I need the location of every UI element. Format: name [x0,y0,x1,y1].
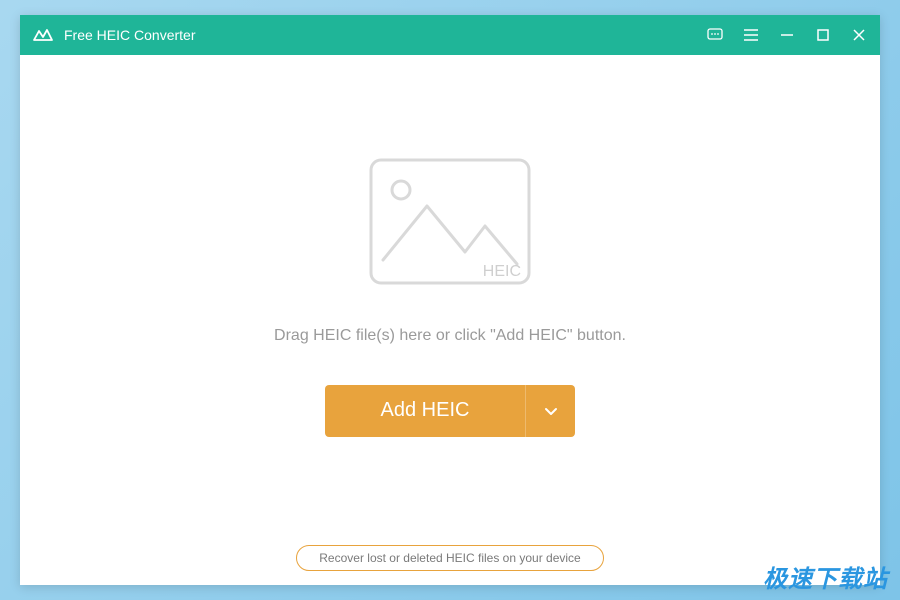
close-button[interactable] [850,26,868,44]
chevron-down-icon [542,402,560,420]
menu-button[interactable] [742,26,760,44]
titlebar-controls [706,26,868,44]
add-heic-dropdown[interactable] [525,385,575,437]
placeholder-label: HEIC [483,263,521,280]
recover-link[interactable]: Recover lost or deleted HEIC files on yo… [296,545,603,571]
add-heic-label: Add HEIC [325,399,525,422]
app-window: Free HEIC Converter [20,15,880,585]
app-title: Free HEIC Converter [64,27,706,43]
feedback-button[interactable] [706,26,724,44]
minimize-button[interactable] [778,26,796,44]
drop-instruction: Drag HEIC file(s) here or click "Add HEI… [274,327,626,345]
maximize-button[interactable] [814,26,832,44]
footer: Recover lost or deleted HEIC files on yo… [20,545,880,571]
titlebar: Free HEIC Converter [20,15,880,55]
heic-placeholder-icon: HEIC [365,154,535,289]
app-logo-icon [32,24,54,46]
add-heic-button[interactable]: Add HEIC [325,385,575,437]
watermark: 极速下载站 [763,559,888,594]
main-content[interactable]: HEIC Drag HEIC file(s) here or click "Ad… [20,55,880,585]
